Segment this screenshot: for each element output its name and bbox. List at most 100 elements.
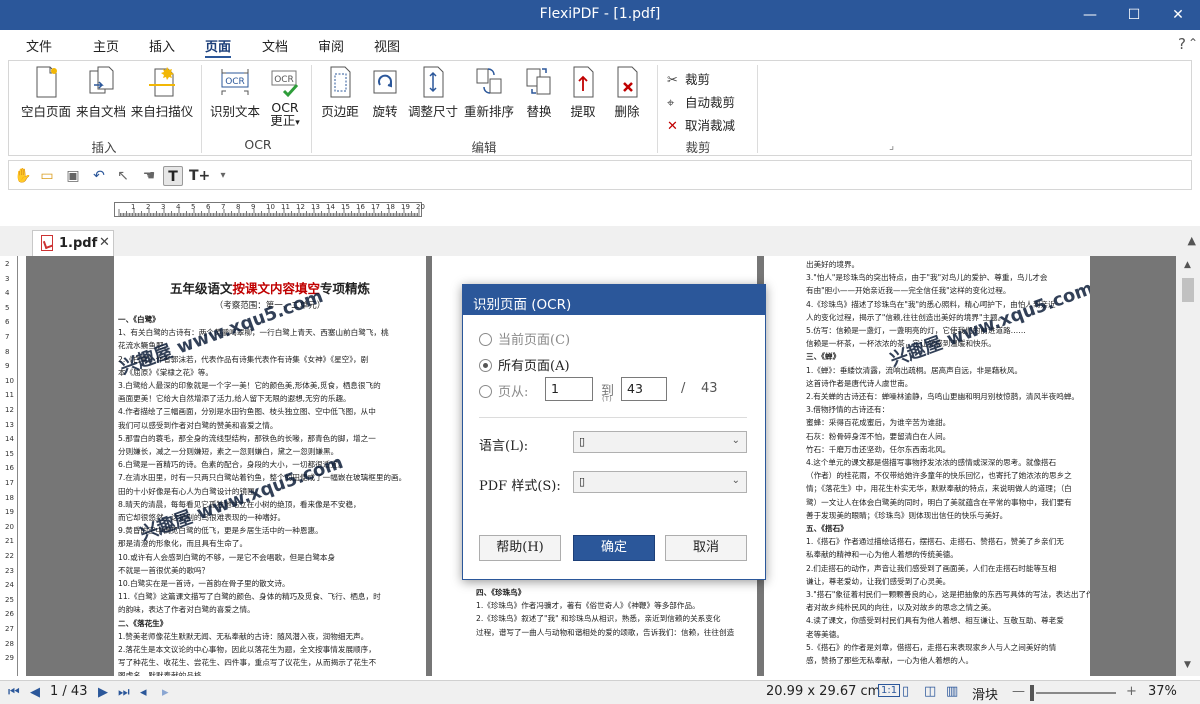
recognize-text-button[interactable]: OCR 识别文本 — [207, 65, 263, 120]
two-page-icon[interactable]: ▥ — [946, 684, 958, 699]
zoom-out-icon[interactable]: — — [1012, 684, 1025, 699]
text-line: 石灰：粉骨碎身浑不怕，要留清白在人间。 — [806, 431, 951, 441]
menu-page[interactable]: 页面 — [205, 36, 232, 58]
from-document-button[interactable]: 来自文档 — [73, 65, 129, 120]
scroll-up-icon[interactable]: ▲ — [1184, 260, 1191, 270]
hand-tool-icon[interactable]: ✋ — [13, 166, 33, 186]
menu-file[interactable]: 文件 — [26, 36, 52, 55]
ruler-label: 10 — [5, 376, 14, 385]
back-view-icon[interactable]: ◂ — [140, 685, 147, 700]
close-button[interactable]: ✕ — [1156, 0, 1200, 30]
replace-button[interactable]: 替换 — [521, 65, 557, 120]
ruler-label: 8 — [5, 347, 10, 356]
help-button[interactable]: 帮助(H) — [479, 535, 561, 561]
rotate-label: 旋转 — [372, 104, 398, 119]
add-text-icon[interactable]: T+ — [189, 166, 210, 186]
scroll-down-icon[interactable]: ▼ — [1184, 660, 1191, 670]
zoom-slider-track[interactable] — [1036, 692, 1116, 694]
vertical-scrollbar[interactable]: ▲ ▼ — [1176, 256, 1200, 676]
undo-icon[interactable]: ↶ — [89, 166, 109, 186]
ruler-label: 18 — [386, 203, 395, 211]
collapse-ribbon-icon[interactable]: ⌃ — [1188, 36, 1198, 50]
help-icon[interactable]: ? — [1178, 35, 1186, 53]
ruler-label: 2 — [146, 203, 151, 211]
rotate-button[interactable]: 旋转 — [365, 65, 405, 120]
actual-size-icon[interactable]: 1:1 — [878, 684, 901, 697]
page-indicator[interactable]: 1 / 43 — [50, 684, 87, 699]
first-page-icon[interactable]: ⏮ — [8, 685, 20, 700]
forward-view-icon[interactable]: ▸ — [162, 685, 169, 700]
group-separator — [311, 65, 312, 153]
all-pages-radio[interactable]: 所有页面(A) — [479, 355, 570, 374]
page-from-input[interactable]: 1 — [545, 377, 593, 401]
maximize-button[interactable]: ☐ — [1112, 0, 1156, 30]
previous-page-icon[interactable]: ◀ — [30, 685, 40, 700]
ruler-label: 26 — [5, 610, 14, 619]
page-to-input[interactable]: 43 — [621, 377, 667, 401]
ribbon-expand-icon[interactable]: ⌟ — [889, 139, 894, 152]
crop-button[interactable]: ✂ 裁剪 — [667, 69, 710, 88]
last-page-icon[interactable]: ⏭ — [118, 685, 130, 700]
menu-view[interactable]: 视图 — [374, 36, 400, 55]
chevron-up-icon[interactable]: ▲ — [1188, 234, 1196, 247]
minimize-button[interactable]: — — [1068, 0, 1112, 30]
pdf-style-select[interactable]: ▯ ⌄ — [573, 471, 747, 493]
language-select[interactable]: ▯ ⌄ — [573, 431, 747, 453]
zoom-in-icon[interactable]: + — [1126, 684, 1137, 699]
text-line: 二、《落花生》 — [118, 618, 168, 628]
margins-button[interactable]: 页边距 — [317, 65, 363, 120]
text-line: 1.《珍珠鸟》作者冯骥才，著有《俗世奇人》《神鞭》等多部作品。 — [476, 601, 700, 611]
next-page-icon[interactable]: ▶ — [98, 685, 108, 700]
ruler-label: 3 — [5, 274, 10, 283]
document-tab-strip: 1.pdf ✕ ▲ — [0, 226, 1200, 256]
fit-width-icon[interactable]: ▯ — [902, 684, 909, 699]
current-page-radio[interactable]: 当前页面(C) — [479, 329, 570, 348]
toolbar-dropdown-icon[interactable]: ▾ — [213, 166, 233, 186]
menu-review[interactable]: 审阅 — [318, 36, 344, 55]
select-arrow-icon[interactable]: ↖ — [113, 166, 133, 186]
text-line: 感，赞扬了那些无私奉献，一心为他人着想的人。 — [806, 656, 974, 666]
open-folder-icon[interactable]: ▭ — [37, 166, 57, 186]
menu-document[interactable]: 文档 — [262, 36, 288, 55]
ruler-label: 17 — [5, 479, 14, 487]
save-icon[interactable]: ▣ — [63, 166, 83, 186]
text-line: 5.《搭石》的作者是刘章，借搭石，走搭石来表现家乡人与人之间美好的情 — [806, 642, 1057, 652]
page-range-radio[interactable]: 页从: — [479, 381, 528, 400]
text-line: 本《屈原》《棠棣之花》等。 — [118, 367, 213, 377]
pan-hand-icon[interactable]: ☚ — [139, 166, 159, 186]
zoom-slider-thumb[interactable] — [1030, 685, 1034, 701]
delete-button[interactable]: 删除 — [609, 65, 645, 120]
ruler-label: 6 — [5, 318, 10, 327]
cancel-crop-button[interactable]: ✕ 取消裁减 — [667, 115, 735, 134]
from-scanner-button[interactable]: 来自扫描仪 — [129, 65, 195, 120]
current-page[interactable]: 1 — [50, 684, 58, 699]
ocr-correct-button[interactable]: OCR OCR 更正▾ — [265, 65, 305, 130]
zoom-level: 37% — [1148, 684, 1177, 699]
close-tab-icon[interactable]: ✕ — [99, 235, 110, 250]
text-line: 画面更美！它给大自然增添了活力,给人留下无限的遐想,无穷的乐趣。 — [118, 394, 351, 404]
text-line: （作者）的桂花雨，不仅带给她许多童年的快乐回忆，也寄托了她浓浓的思乡之 — [806, 471, 1072, 481]
ruler-label: 5 — [191, 203, 196, 211]
ruler-label: 11 — [281, 203, 290, 211]
extract-button[interactable]: 提取 — [565, 65, 601, 120]
auto-crop-button[interactable]: ⌖ 自动裁剪 — [667, 92, 735, 111]
document-tab[interactable]: 1.pdf ✕ — [32, 230, 114, 256]
ruler-label: 7 — [221, 203, 226, 211]
text-line: 情；《落花生》中，用花生朴实无华，默默奉献的特点，来说明做人的道理；（白 — [806, 484, 1072, 494]
menu-insert[interactable]: 插入 — [149, 36, 175, 55]
text-line: 10.或许有人会感到白鹭的不够，一是它不会唱歌，但是白鹭本身 — [118, 552, 336, 562]
reorder-button[interactable]: 重新排序 — [463, 65, 515, 120]
blank-page-button[interactable]: 空白页面 — [17, 65, 75, 120]
ruler-label: 9 — [251, 203, 256, 211]
cancel-button[interactable]: 取消 — [665, 535, 747, 561]
from-document-icon — [89, 66, 114, 94]
text-tool-icon[interactable]: T — [163, 166, 183, 186]
radio-icon — [479, 333, 492, 346]
ok-button[interactable]: 确定 — [573, 535, 655, 561]
fit-page-icon[interactable]: ◫ — [924, 684, 936, 699]
resize-button[interactable]: 调整尺寸 — [407, 65, 459, 120]
menu-home[interactable]: 主页 — [93, 36, 119, 55]
language-label: 语言(L): — [479, 439, 529, 454]
delete-icon — [617, 66, 638, 98]
scrollbar-thumb[interactable] — [1182, 278, 1194, 302]
